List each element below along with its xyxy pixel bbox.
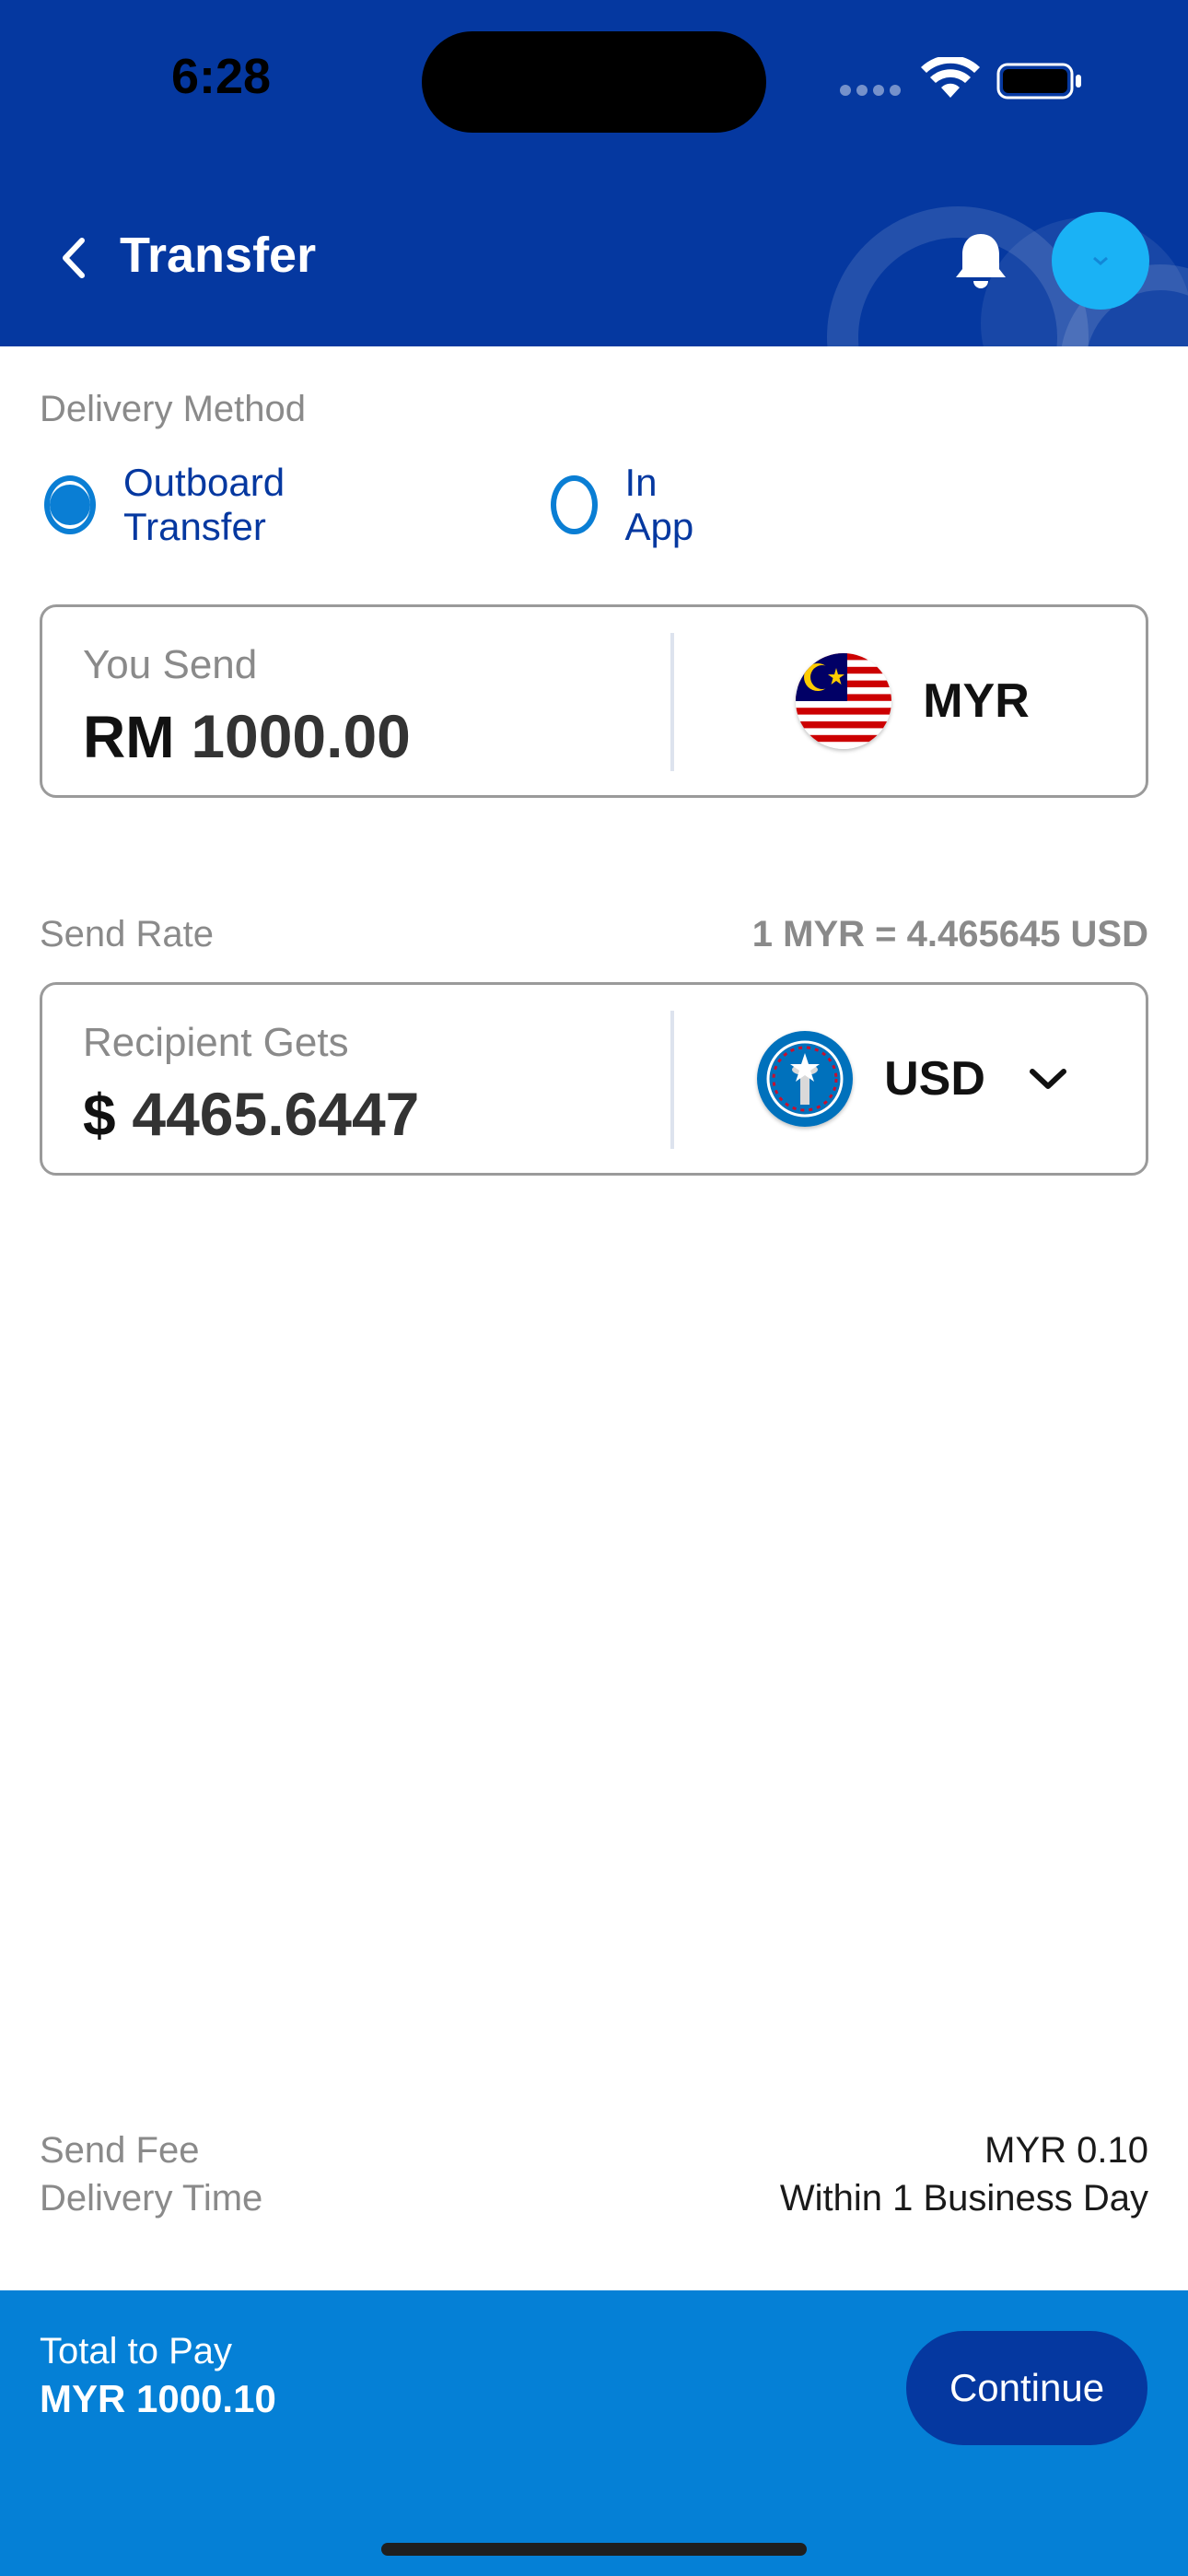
dynamic-island: [422, 31, 766, 133]
receive-label: Recipient Gets: [83, 1020, 349, 1065]
page-title: Transfer: [120, 228, 317, 283]
chevron-down-icon: [1093, 256, 1108, 265]
send-currency-code: MYR: [923, 674, 1030, 728]
send-amount-input[interactable]: RM 1000.00: [83, 701, 411, 771]
status-time: 6:28: [170, 49, 272, 104]
send-amount-value: 1000.00: [191, 702, 411, 770]
receive-currency-selector[interactable]: USD: [678, 985, 1147, 1173]
send-fee-value: MYR 0.10: [984, 2130, 1148, 2171]
radio-unselected-icon: [551, 475, 598, 534]
receive-currency-code: USD: [884, 1052, 985, 1106]
send-amount-card: You Send RM 1000.00 MYR: [40, 604, 1148, 798]
malaysia-flag-icon: [796, 653, 892, 749]
delivery-time-label: Delivery Time: [40, 2178, 263, 2219]
send-label: You Send: [83, 642, 258, 687]
radio-outboard-transfer[interactable]: Outboard Transfer: [44, 461, 292, 548]
avatar[interactable]: [1052, 212, 1149, 310]
card-divider: [670, 633, 674, 771]
wifi-icon: [921, 57, 980, 98]
card-divider: [670, 1011, 674, 1149]
send-rate-label: Send Rate: [40, 914, 215, 954]
send-fee-row: Send Fee MYR 0.10: [40, 2130, 1148, 2176]
chevron-left-icon: [63, 238, 85, 278]
currency-symbol: $: [83, 1082, 116, 1148]
radio-selected-icon: [44, 475, 96, 534]
app-header: Transfer: [0, 162, 1188, 346]
radio-label: In App: [624, 461, 694, 548]
radio-label: Outboard Transfer: [123, 461, 285, 548]
send-fee-label: Send Fee: [40, 2130, 200, 2171]
delivery-method-label: Delivery Method: [40, 389, 307, 429]
bell-icon[interactable]: [947, 227, 1015, 295]
send-currency-selector: MYR: [678, 607, 1147, 795]
receive-amount-card: Recipient Gets $ 4465.6447 USD: [40, 982, 1148, 1176]
total-to-pay-label: Total to Pay: [40, 2331, 233, 2371]
receive-amount-value: 4465.6447: [132, 1080, 420, 1148]
delivery-time-row: Delivery Time Within 1 Business Day: [40, 2178, 1148, 2224]
chevron-down-icon: [1029, 1069, 1066, 1089]
status-bar: 6:28: [0, 0, 1188, 162]
total-to-pay-value: MYR 1000.10: [40, 2377, 276, 2420]
receive-amount-input[interactable]: $ 4465.6447: [83, 1079, 419, 1149]
home-indicator: [381, 2543, 807, 2556]
radio-in-app[interactable]: In App: [551, 461, 706, 548]
northern-mariana-islands-flag-icon: [757, 1031, 854, 1127]
battery-icon: [996, 63, 1081, 100]
send-rate-row: Send Rate 1 MYR = 4.465645 USD: [40, 914, 1148, 960]
send-rate-value: 1 MYR = 4.465645 USD: [751, 914, 1148, 954]
footer-bar: Total to Pay MYR 1000.10 Continue: [0, 2290, 1188, 2576]
back-button[interactable]: [46, 230, 101, 286]
continue-button[interactable]: Continue: [906, 2331, 1147, 2445]
delivery-time-value: Within 1 Business Day: [779, 2178, 1148, 2219]
currency-symbol: RM: [83, 704, 175, 770]
